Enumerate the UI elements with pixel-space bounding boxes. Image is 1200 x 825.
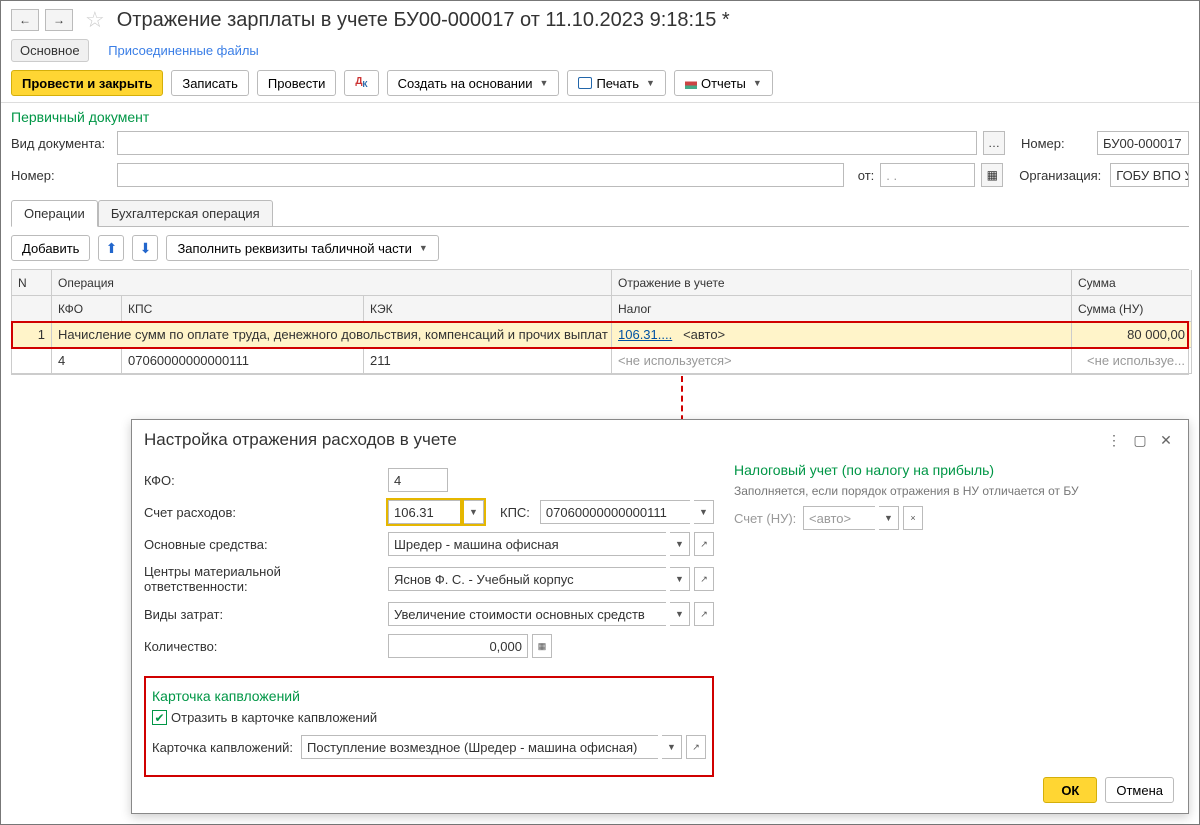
from-label: от: bbox=[858, 168, 875, 183]
post-close-button[interactable]: Провести и закрыть bbox=[11, 70, 163, 96]
close-icon[interactable]: ✕ bbox=[1156, 432, 1176, 449]
printer-icon bbox=[578, 77, 592, 89]
tax-acc-clear[interactable]: × bbox=[903, 506, 923, 530]
chart-icon bbox=[685, 78, 697, 89]
vz-input[interactable]: Увеличение стоимости основных средств bbox=[388, 602, 666, 626]
from-input[interactable]: . . bbox=[880, 163, 975, 187]
card-checkbox[interactable]: ✔ bbox=[152, 710, 167, 725]
vz-label: Виды затрат: bbox=[144, 607, 384, 622]
section-primary-doc: Первичный документ bbox=[1, 103, 1199, 127]
col-sum: Сумма bbox=[1072, 270, 1192, 296]
print-button[interactable]: Печать▼ bbox=[567, 70, 666, 96]
tab-operations[interactable]: Операции bbox=[11, 200, 98, 227]
card-head: Карточка капвложений bbox=[152, 688, 706, 704]
kfo-label: КФО: bbox=[144, 473, 384, 488]
vz-dropdown[interactable]: ▼ bbox=[670, 602, 690, 626]
cmo-dropdown[interactable]: ▼ bbox=[670, 567, 690, 591]
col-operation: Операция bbox=[52, 270, 612, 296]
cmo-input[interactable]: Яснов Ф. С. - Учебный корпус bbox=[388, 567, 666, 591]
col-kfo: КФО bbox=[52, 296, 122, 322]
number-input[interactable]: БУ00-000017 bbox=[1097, 131, 1189, 155]
card-open[interactable]: ↗ bbox=[686, 735, 706, 759]
move-up-button[interactable]: ⬆ bbox=[98, 235, 124, 261]
star-icon[interactable]: ☆ bbox=[85, 7, 105, 33]
acct-dropdown[interactable]: ▼ bbox=[464, 500, 484, 524]
col-n: N bbox=[12, 270, 52, 296]
date-picker-button[interactable]: ▦ bbox=[981, 163, 1003, 187]
titlebar: ← → ☆ Отражение зарплаты в учете БУ00-00… bbox=[1, 1, 1199, 39]
cmo-label: Центры материальной ответственности: bbox=[144, 564, 384, 594]
account-link[interactable]: 106.31.... bbox=[618, 327, 672, 342]
col-kek: КЭК bbox=[364, 296, 612, 322]
create-based-button[interactable]: Создать на основании▼ bbox=[387, 70, 560, 96]
main-toolbar: Провести и закрыть Записать Провести ДК … bbox=[1, 66, 1199, 103]
os-dropdown[interactable]: ▼ bbox=[670, 532, 690, 556]
card-input[interactable]: Поступление возмездное (Шредер - машина … bbox=[301, 735, 658, 759]
os-label: Основные средства: bbox=[144, 537, 384, 552]
card-label: Карточка капвложений: bbox=[152, 740, 297, 755]
cmo-open[interactable]: ↗ bbox=[694, 567, 714, 591]
doc-type-label: Вид документа: bbox=[11, 136, 111, 151]
cancel-button[interactable]: Отмена bbox=[1105, 777, 1174, 803]
add-button[interactable]: Добавить bbox=[11, 235, 90, 261]
col-sum-nu: Сумма (НУ) bbox=[1072, 296, 1192, 322]
tax-note: Заполняется, если порядок отражения в НУ… bbox=[734, 484, 1176, 498]
kps-dropdown[interactable]: ▼ bbox=[694, 500, 714, 524]
number2-input[interactable] bbox=[117, 163, 844, 187]
nav-files[interactable]: Присоединенные файлы bbox=[108, 43, 259, 58]
nav-main[interactable]: Основное bbox=[11, 39, 89, 62]
doc-type-picker[interactable]: … bbox=[983, 131, 1005, 155]
tax-acc-input[interactable]: <авто> bbox=[803, 506, 875, 530]
number-label: Номер: bbox=[1021, 136, 1091, 151]
reports-button[interactable]: Отчеты▼ bbox=[674, 70, 773, 96]
qty-input[interactable]: 0,000 bbox=[388, 634, 528, 658]
kfo-input[interactable]: 4 bbox=[388, 468, 448, 492]
qty-calc[interactable]: ▦ bbox=[532, 634, 552, 658]
col-kps: КПС bbox=[122, 296, 364, 322]
popup-title: Настройка отражения расходов в учете bbox=[144, 430, 1098, 450]
operations-table: N Операция Отражение в учете Сумма КФО К… bbox=[11, 269, 1189, 375]
more-icon[interactable]: ⋮ bbox=[1104, 432, 1124, 449]
maximize-icon[interactable]: ▢ bbox=[1130, 432, 1150, 449]
qty-label: Количество: bbox=[144, 639, 384, 654]
back-button[interactable]: ← bbox=[11, 9, 39, 31]
org-input[interactable]: ГОБУ ВПО Университет искус bbox=[1110, 163, 1189, 187]
os-open[interactable]: ↗ bbox=[694, 532, 714, 556]
tax-acc-label: Счет (НУ): bbox=[734, 511, 799, 526]
table-row[interactable]: 1 Начисление сумм по оплате труда, денеж… bbox=[12, 322, 1188, 348]
table-row[interactable]: 4 07060000000000111 211 <не используется… bbox=[12, 348, 1188, 374]
dt-kt-button[interactable]: ДК bbox=[344, 70, 378, 96]
tab-accounting[interactable]: Бухгалтерская операция bbox=[98, 200, 273, 227]
settings-popup: Настройка отражения расходов в учете ⋮ ▢… bbox=[131, 419, 1189, 814]
col-tax: Налог bbox=[612, 296, 1072, 322]
ok-button[interactable]: ОК bbox=[1043, 777, 1097, 803]
card-dropdown[interactable]: ▼ bbox=[662, 735, 682, 759]
tax-head: Налоговый учет (по налогу на прибыль) bbox=[734, 462, 1176, 478]
acct-input[interactable]: 106.31 bbox=[388, 500, 460, 524]
kps-label: КПС: bbox=[500, 505, 530, 520]
tax-acc-dropdown[interactable]: ▼ bbox=[879, 506, 899, 530]
save-button[interactable]: Записать bbox=[171, 70, 249, 96]
org-label: Организация: bbox=[1019, 168, 1104, 183]
card-chk-label: Отразить в карточке капвложений bbox=[171, 710, 377, 725]
col-reflection: Отражение в учете bbox=[612, 270, 1072, 296]
forward-button[interactable]: → bbox=[45, 9, 73, 31]
kps-input[interactable]: 07060000000000111 bbox=[540, 500, 690, 524]
acct-label: Счет расходов: bbox=[144, 505, 384, 520]
vz-open[interactable]: ↗ bbox=[694, 602, 714, 626]
os-input[interactable]: Шредер - машина офисная bbox=[388, 532, 666, 556]
card-section: Карточка капвложений ✔ Отразить в карточ… bbox=[144, 676, 714, 777]
move-down-button[interactable]: ⬇ bbox=[132, 235, 158, 261]
number2-label: Номер: bbox=[11, 168, 111, 183]
nav-links: Основное Присоединенные файлы bbox=[1, 39, 1199, 66]
post-button[interactable]: Провести bbox=[257, 70, 337, 96]
page-title: Отражение зарплаты в учете БУ00-000017 о… bbox=[117, 9, 730, 32]
doc-type-input[interactable] bbox=[117, 131, 977, 155]
fill-button[interactable]: Заполнить реквизиты табличной части▼ bbox=[166, 235, 438, 261]
